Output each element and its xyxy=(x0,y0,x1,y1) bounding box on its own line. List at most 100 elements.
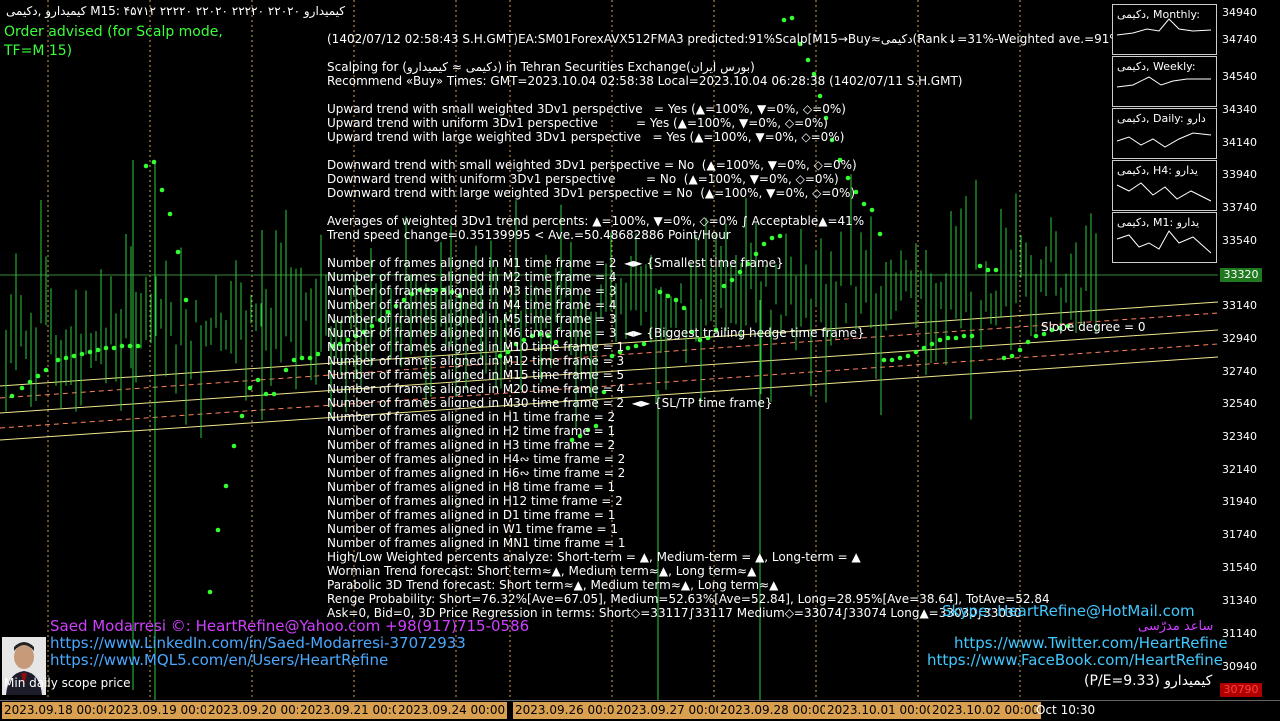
info-line: Number of frames aligned in M5 time fram… xyxy=(327,312,617,326)
price-tick: 32340 xyxy=(1222,430,1257,443)
sar-dot xyxy=(231,443,237,449)
time-label: 2023.09.24 00:00 xyxy=(396,702,508,719)
order-advised-label: Order advised (for Scalp mode, TF=M 15) xyxy=(4,24,223,59)
mini-chart[interactable]: دکیمی, Daily: دارو xyxy=(1112,108,1217,159)
price-tick: 34740 xyxy=(1222,33,1257,46)
price-tick: 31340 xyxy=(1222,594,1257,607)
mini-chart[interactable]: دکیمی, H4: یدارو xyxy=(1112,160,1217,211)
info-line: Downward trend with large weighted 3Dv1 … xyxy=(327,186,856,200)
sar-dot xyxy=(175,249,181,255)
info-line xyxy=(327,242,1161,256)
info-line: Number of frames aligned in M30 time fra… xyxy=(327,396,773,410)
sar-dot xyxy=(127,343,133,349)
twitter-link[interactable]: https://www.Twitter.com/HeartRefine xyxy=(954,634,1228,652)
info-line: Upward trend with uniform 3Dv1 perspecti… xyxy=(327,116,828,130)
sar-dot xyxy=(247,385,253,391)
sar-dot xyxy=(95,347,101,353)
sar-dot xyxy=(9,393,15,399)
price-tick: 33940 xyxy=(1222,168,1257,181)
symbol-header: کیمیدارو ,دکیمی M15: ۴۵۷۱۲ ۲۲۲۲۰ ۲۲۰۲۰ ۲… xyxy=(6,4,345,18)
mini-chart-label: دکیمی, Weekly: xyxy=(1117,60,1196,73)
info-line: Downward trend with small weighted 3Dv1 … xyxy=(327,158,857,172)
info-line: Upward trend with small weighted 3Dv1 pe… xyxy=(327,102,846,116)
info-line: Trend speed change=0.35139995 < Ave.=50.… xyxy=(327,228,731,242)
sar-dot xyxy=(135,343,141,349)
price-tick: 33140 xyxy=(1222,299,1257,312)
sar-dot xyxy=(71,353,77,359)
mini-chart-label: دکیمی, M1: یدارو xyxy=(1117,216,1200,229)
info-line xyxy=(327,144,1161,158)
price-tick: 33740 xyxy=(1222,201,1257,214)
price-tick: 32540 xyxy=(1222,397,1257,410)
info-line xyxy=(327,200,1161,214)
sar-dot xyxy=(151,159,157,165)
info-line: Number of frames aligned in H4∾ time fra… xyxy=(327,452,626,466)
price-tick: 31740 xyxy=(1222,528,1257,541)
info-line: Number of frames aligned in H3 time fram… xyxy=(327,438,616,452)
info-line: Averages of weighted 3Dv1 trend percents… xyxy=(327,214,865,228)
mini-chart-label: دکیمی, Monthly: xyxy=(1117,8,1200,21)
time-label: 2023.10.02 00:00 xyxy=(930,702,1042,719)
info-line: Number of frames aligned in H2 time fram… xyxy=(327,424,616,438)
price-tick: 32140 xyxy=(1222,463,1257,476)
info-line: Parabolic 3D Trend forecast: Short term≈… xyxy=(327,578,779,592)
slope-degree-label: Slope degree = 0 xyxy=(1041,320,1146,334)
info-line: Downward trend with uniform 3Dv1 perspec… xyxy=(327,172,839,186)
info-line: Number of frames aligned in W1 time fram… xyxy=(327,522,619,536)
sar-dot xyxy=(291,357,297,363)
sar-dot xyxy=(35,373,41,379)
price-tick: 32940 xyxy=(1222,332,1257,345)
linkedin-link[interactable]: https://www.LinkedIn.com/in/Saed-Modarre… xyxy=(50,634,466,652)
sar-dot xyxy=(263,391,269,397)
pe-ratio-label: (P/E=9.33) کیمیدارو xyxy=(1084,673,1213,689)
time-label: Oct 10:30 xyxy=(1036,703,1096,717)
info-line: Scalping for (دکیمی ≈ کیمیدارو) in Tehra… xyxy=(327,60,755,74)
price-tick: 32740 xyxy=(1222,365,1257,378)
mini-chart[interactable]: دکیمی, M1: یدارو xyxy=(1112,212,1217,263)
time-label: 2023.09.21 00:00 xyxy=(298,702,410,719)
facebook-link[interactable]: https://www.FaceBook.com/HeartRefine xyxy=(927,651,1223,669)
info-line xyxy=(327,88,1161,102)
mql5-link[interactable]: https://www.MQL5.com/en/Users/HeartRefin… xyxy=(50,651,388,669)
sar-dot xyxy=(315,351,321,357)
info-line: Number of frames aligned in H8 time fram… xyxy=(327,480,616,494)
price-tick: 30940 xyxy=(1222,660,1257,673)
price-tick: 34340 xyxy=(1222,103,1257,116)
sar-dot xyxy=(239,413,245,419)
time-label: 2023.09.27 00:00 xyxy=(614,702,726,719)
mini-chart-label: دکیمی, Daily: دارو xyxy=(1117,112,1206,125)
info-line: Number of frames aligned in D1 time fram… xyxy=(327,508,616,522)
time-label: 2023.09.18 00:00 xyxy=(2,702,114,719)
sar-dot xyxy=(55,357,61,363)
info-line: Number of frames aligned in M4 time fram… xyxy=(327,298,617,312)
info-line: Upward trend with large weighted 3Dv1 pe… xyxy=(327,130,845,144)
sar-dot xyxy=(103,345,109,351)
price-tick: 34540 xyxy=(1222,70,1257,83)
sar-dot xyxy=(63,355,69,361)
sar-dot xyxy=(207,589,213,595)
author-contact: Saed Modarresi ©: HeartRefine@Yahoo.com … xyxy=(50,617,530,635)
info-line: Number of frames aligned in M10 time fra… xyxy=(327,340,625,354)
mini-chart[interactable]: دکیمی, Weekly: xyxy=(1112,56,1217,107)
info-line: Number of frames aligned in H1 time fram… xyxy=(327,410,616,424)
info-line: Number of frames aligned in M2 time fram… xyxy=(327,270,617,284)
price-tick: 34140 xyxy=(1222,136,1257,149)
price-tick: 33540 xyxy=(1222,234,1257,247)
mini-chart[interactable]: دکیمی, Monthly: xyxy=(1112,4,1217,55)
info-line: Number of frames aligned in M6 time fram… xyxy=(327,326,865,340)
sar-dot xyxy=(299,355,305,361)
min-daily-label: Min daily scope price xyxy=(4,676,131,690)
info-line: High/Low Weighted percents analyze: Shor… xyxy=(327,550,861,564)
info-line: Number of frames aligned in M3 time fram… xyxy=(327,284,617,298)
sar-dot xyxy=(167,211,173,217)
info-line: Number of frames aligned in MN1 time fra… xyxy=(327,536,626,550)
skype-link[interactable]: Skype: HeartRefine@HotMail.com xyxy=(942,602,1195,620)
info-line: Number of frames aligned in M12 time fra… xyxy=(327,354,625,368)
info-line: Number of frames aligned in M1 time fram… xyxy=(327,256,784,270)
sar-dot xyxy=(271,391,277,397)
sar-dot xyxy=(781,17,787,23)
time-label: 2023.09.26 00:00 xyxy=(513,702,625,719)
sar-dot xyxy=(87,349,93,355)
sar-dot xyxy=(43,367,49,373)
mini-chart-label: دکیمی, H4: یدارو xyxy=(1117,164,1198,177)
